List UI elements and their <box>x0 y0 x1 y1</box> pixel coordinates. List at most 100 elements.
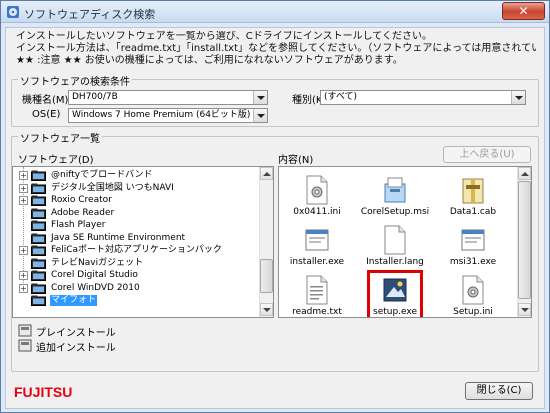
window-close-button[interactable]: ✕ <box>502 2 545 20</box>
model-select-value: DH700/7B <box>72 92 118 102</box>
tree-item[interactable]: + Roxio Creator <box>13 195 263 206</box>
category-select[interactable]: (すべて) <box>320 90 526 105</box>
dialog-client-area: インストールしたいソフトウェアを一覧から選び、Cドライブにインストールしてくださ… <box>5 27 545 409</box>
tree-item[interactable]: + @niftyでブロードバンド <box>13 170 263 181</box>
file-name: Setup.ini <box>453 307 493 317</box>
tree-item-label: Flash Player <box>51 220 106 230</box>
file-scrollbar[interactable] <box>517 167 531 317</box>
software-list-title: ソフトウェア一覧 <box>18 130 102 145</box>
scroll-up-arrow-icon[interactable] <box>260 167 273 180</box>
tree-item-label: Corel Digital Studio <box>51 270 138 280</box>
scroll-thumb[interactable] <box>260 259 273 293</box>
intro-line: ★★ :注意 ★★ お使いの機種によっては、ご利用になれないソフトウェアがありま… <box>16 55 403 66</box>
tree-item-label: Adobe Reader <box>51 207 115 218</box>
file-item[interactable]: msi31.exe <box>435 221 511 271</box>
software-folder-icon <box>31 245 46 256</box>
preinstall-label: プレインストール <box>36 328 116 339</box>
tree-item[interactable]: Flash Player <box>13 220 263 231</box>
file-item[interactable]: CorelSetup.msi <box>357 171 433 221</box>
model-label: 機種名(M) <box>22 95 69 106</box>
text-file-icon <box>306 275 328 305</box>
intro-text: インストールしたいソフトウェアを一覧から選び、Cドライブにインストールしてくださ… <box>16 31 536 67</box>
tree-item[interactable]: Java SE Runtime Environment <box>13 233 263 244</box>
intro-line: インストール方法は、「readme.txt」「install.txt」などを参照… <box>16 43 536 54</box>
tree-item-label: テレビNaviガジェット <box>51 257 144 268</box>
tree-item[interactable]: テレビNaviガジェット <box>13 258 263 269</box>
file-name: CorelSetup.msi <box>360 207 430 217</box>
exe-file-icon <box>305 229 329 251</box>
msi-installer-icon <box>384 177 406 203</box>
cab-archive-icon <box>462 178 484 204</box>
os-select[interactable]: Windows 7 Home Premium (64ビット版) <box>68 108 268 123</box>
title-bar: ソフトウェアディスク検索 ✕ <box>1 1 549 23</box>
file-name: Installer.lang <box>366 257 424 267</box>
close-button[interactable]: 閉じる(C) <box>465 382 533 400</box>
file-name: msi31.exe <box>449 257 497 267</box>
category-select-value: (すべて) <box>324 92 358 102</box>
chevron-down-icon[interactable] <box>253 109 267 122</box>
software-folder-icon <box>31 283 46 294</box>
tree-item-label: Roxio Creator <box>51 195 112 205</box>
search-criteria-title: ソフトウェアの検索条件 <box>18 73 132 88</box>
tree-expander[interactable]: + <box>19 283 28 293</box>
scroll-up-arrow-icon[interactable] <box>518 167 531 180</box>
install-disk-icon <box>18 339 32 352</box>
tree-item-label: デジタル全国地図 いつもNAVI <box>51 182 174 193</box>
software-folder-icon <box>31 233 46 244</box>
setup-exe-highlight-box <box>367 270 423 317</box>
fujitsu-logo-text: FUJITSU <box>14 384 72 399</box>
file-item[interactable]: 0x0411.ini <box>279 171 355 221</box>
tree-expander[interactable]: + <box>19 171 28 180</box>
fujitsu-logo: FUJITSU <box>14 384 72 399</box>
software-folder-icon <box>31 295 46 306</box>
tree-item-label: Corel WinDVD 2010 <box>51 282 140 293</box>
software-folder-icon <box>31 170 46 181</box>
intro-line: インストールしたいソフトウェアを一覧から選び、Cドライブにインストールしてくださ… <box>16 31 432 42</box>
tree-scrollbar[interactable] <box>259 167 273 317</box>
content-label: 内容(N) <box>278 155 314 166</box>
software-folder-icon <box>31 258 46 269</box>
additional-install-label: 追加インストール <box>36 343 116 354</box>
file-item[interactable]: Setup.ini <box>435 271 511 317</box>
file-name: 0x0411.ini <box>293 207 341 217</box>
tree-expander[interactable]: + <box>19 271 28 280</box>
software-folder-icon <box>31 220 46 231</box>
window-title: ソフトウェアディスク検索 <box>24 8 156 21</box>
exe-file-icon <box>461 229 485 251</box>
tree-expander[interactable]: + <box>19 183 28 193</box>
model-select[interactable]: DH700/7B <box>68 90 268 105</box>
os-select-value: Windows 7 Home Premium (64ビット版) <box>72 110 251 120</box>
search-criteria-group: ソフトウェアの検索条件 機種名(M) DH700/7B 種別(K) (すべて) … <box>11 73 539 127</box>
install-disk-icon <box>18 324 32 337</box>
tree-item[interactable]: + Corel Digital Studio <box>13 270 263 281</box>
ini-file-icon <box>306 175 328 205</box>
file-item[interactable]: readme.txt <box>279 271 355 317</box>
chevron-down-icon[interactable] <box>253 91 267 104</box>
tree-expander[interactable]: + <box>19 246 28 255</box>
tree-item[interactable]: マイフォト <box>13 295 263 306</box>
up-button[interactable]: 上へ戻る(U) <box>443 146 531 163</box>
software-tree[interactable]: + @niftyでブロードバンド + デジタル全国地図 いつもNAVI + Roxio C… <box>12 166 274 318</box>
tree-item[interactable]: + FeliCaポート対応アプリケーションパック <box>13 245 263 256</box>
software-folder-icon <box>31 183 46 194</box>
file-item[interactable]: Data1.cab <box>435 171 511 221</box>
file-item[interactable]: Installer.lang <box>357 221 433 271</box>
tree-expander[interactable]: + <box>19 196 28 205</box>
tree-item[interactable]: + デジタル全国地図 いつもNAVI <box>13 183 263 194</box>
disc-app-icon <box>7 6 19 18</box>
tree-item-label: @niftyでブロードバンド <box>51 170 153 180</box>
scroll-thumb[interactable] <box>518 181 531 299</box>
file-list-pane[interactable]: 0x0411.ini CorelSetup.msi Data1.cab install… <box>278 166 532 318</box>
tree-item-label: マイフォト <box>50 295 98 306</box>
software-folder-icon <box>31 208 46 219</box>
scroll-down-arrow-icon[interactable] <box>518 303 531 316</box>
scroll-down-arrow-icon[interactable] <box>260 303 273 316</box>
tree-item-label: Java SE Runtime Environment <box>51 232 186 243</box>
file-name: readme.txt <box>292 307 342 317</box>
file-name: installer.exe <box>289 257 345 267</box>
software-tree-label: ソフトウェア(D) <box>18 155 94 166</box>
tree-item[interactable]: Adobe Reader <box>13 208 263 219</box>
tree-item[interactable]: + Corel WinDVD 2010 <box>13 283 263 294</box>
chevron-down-icon[interactable] <box>511 91 525 104</box>
file-item[interactable]: installer.exe <box>279 221 355 271</box>
